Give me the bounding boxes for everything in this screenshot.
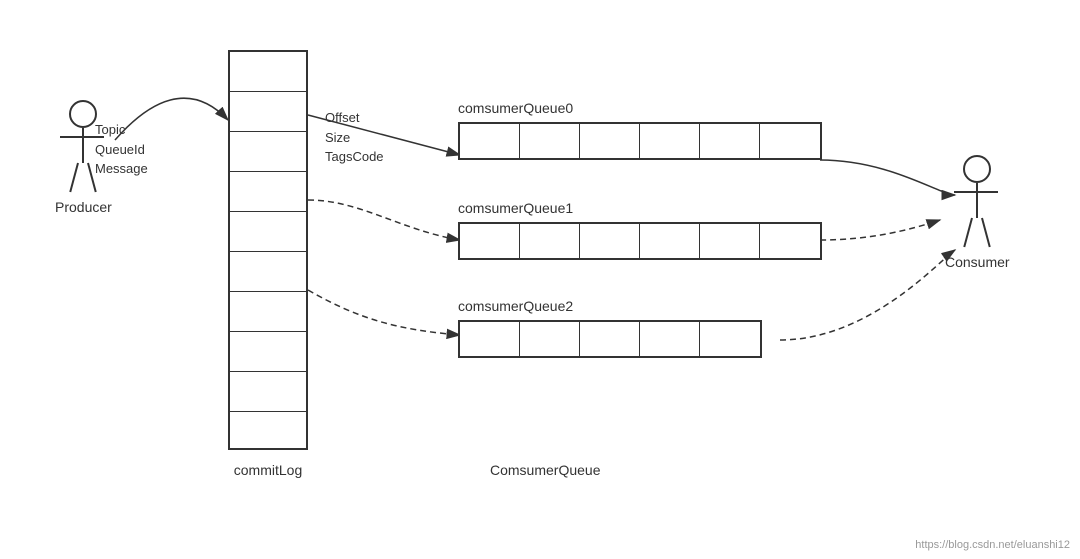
producer-body (82, 128, 84, 163)
q1-cell-2 (520, 224, 580, 258)
q2-cell-5 (700, 322, 760, 356)
consumer-body (976, 183, 978, 218)
commit-log (228, 50, 308, 450)
q2-cell-1 (460, 322, 520, 356)
commitlog-cell-3 (230, 132, 306, 172)
commitlog-cell-1 (230, 52, 306, 92)
queue0-row (458, 122, 822, 160)
consumer-head (963, 155, 991, 183)
offset-line: Offset (325, 108, 384, 128)
queue1-container: comsumerQueue1 (458, 200, 822, 260)
q0-cell-5 (700, 124, 760, 158)
consumer-queue-section-label: ComsumerQueue (490, 462, 601, 478)
commitlog-cell-5 (230, 212, 306, 252)
producer-legs (77, 163, 89, 193)
queue1-label: comsumerQueue1 (458, 200, 822, 216)
watermark: https://blog.csdn.net/eluanshi12 (915, 539, 1070, 551)
annotation-message: Message (95, 159, 148, 179)
q1-cell-6 (760, 224, 820, 258)
q0-cell-4 (640, 124, 700, 158)
commit-log-label: commitLog (228, 462, 308, 478)
q1-cell-4 (640, 224, 700, 258)
q2-cell-3 (580, 322, 640, 356)
consumer-label: Consumer (945, 254, 1010, 270)
queue2-container: comsumerQueue2 (458, 298, 762, 358)
consumer-figure: Consumer (945, 155, 1010, 270)
size-line: Size (325, 128, 384, 148)
queue1-row (458, 222, 822, 260)
queue0-label: comsumerQueue0 (458, 100, 822, 116)
commitlog-cell-9 (230, 372, 306, 412)
producer-annotation: Topic QueueId Message (95, 120, 148, 179)
offset-annotation: Offset Size TagsCode (325, 108, 384, 167)
q0-cell-2 (520, 124, 580, 158)
queue0-container: comsumerQueue0 (458, 100, 822, 160)
q1-cell-5 (700, 224, 760, 258)
q0-cell-3 (580, 124, 640, 158)
q0-cell-6 (760, 124, 820, 158)
consumer-legs (971, 218, 983, 248)
queue2-row (458, 320, 762, 358)
commitlog-cell-4 (230, 172, 306, 212)
commitlog-cell-10 (230, 412, 306, 452)
consumer-arms (954, 191, 998, 193)
q2-cell-2 (520, 322, 580, 356)
tagscode-line: TagsCode (325, 147, 384, 167)
q1-cell-3 (580, 224, 640, 258)
queue2-label: comsumerQueue2 (458, 298, 762, 314)
diagram-container: Producer Topic QueueId Message commitLog… (0, 0, 1080, 559)
annotation-queueid: QueueId (95, 140, 148, 160)
producer-head (69, 100, 97, 128)
commitlog-cell-7 (230, 292, 306, 332)
annotation-topic: Topic (95, 120, 148, 140)
q2-cell-4 (640, 322, 700, 356)
commitlog-cell-2 (230, 92, 306, 132)
q0-cell-1 (460, 124, 520, 158)
commitlog-cell-6 (230, 252, 306, 292)
producer-label: Producer (55, 199, 112, 215)
q1-cell-1 (460, 224, 520, 258)
commitlog-cell-8 (230, 332, 306, 372)
